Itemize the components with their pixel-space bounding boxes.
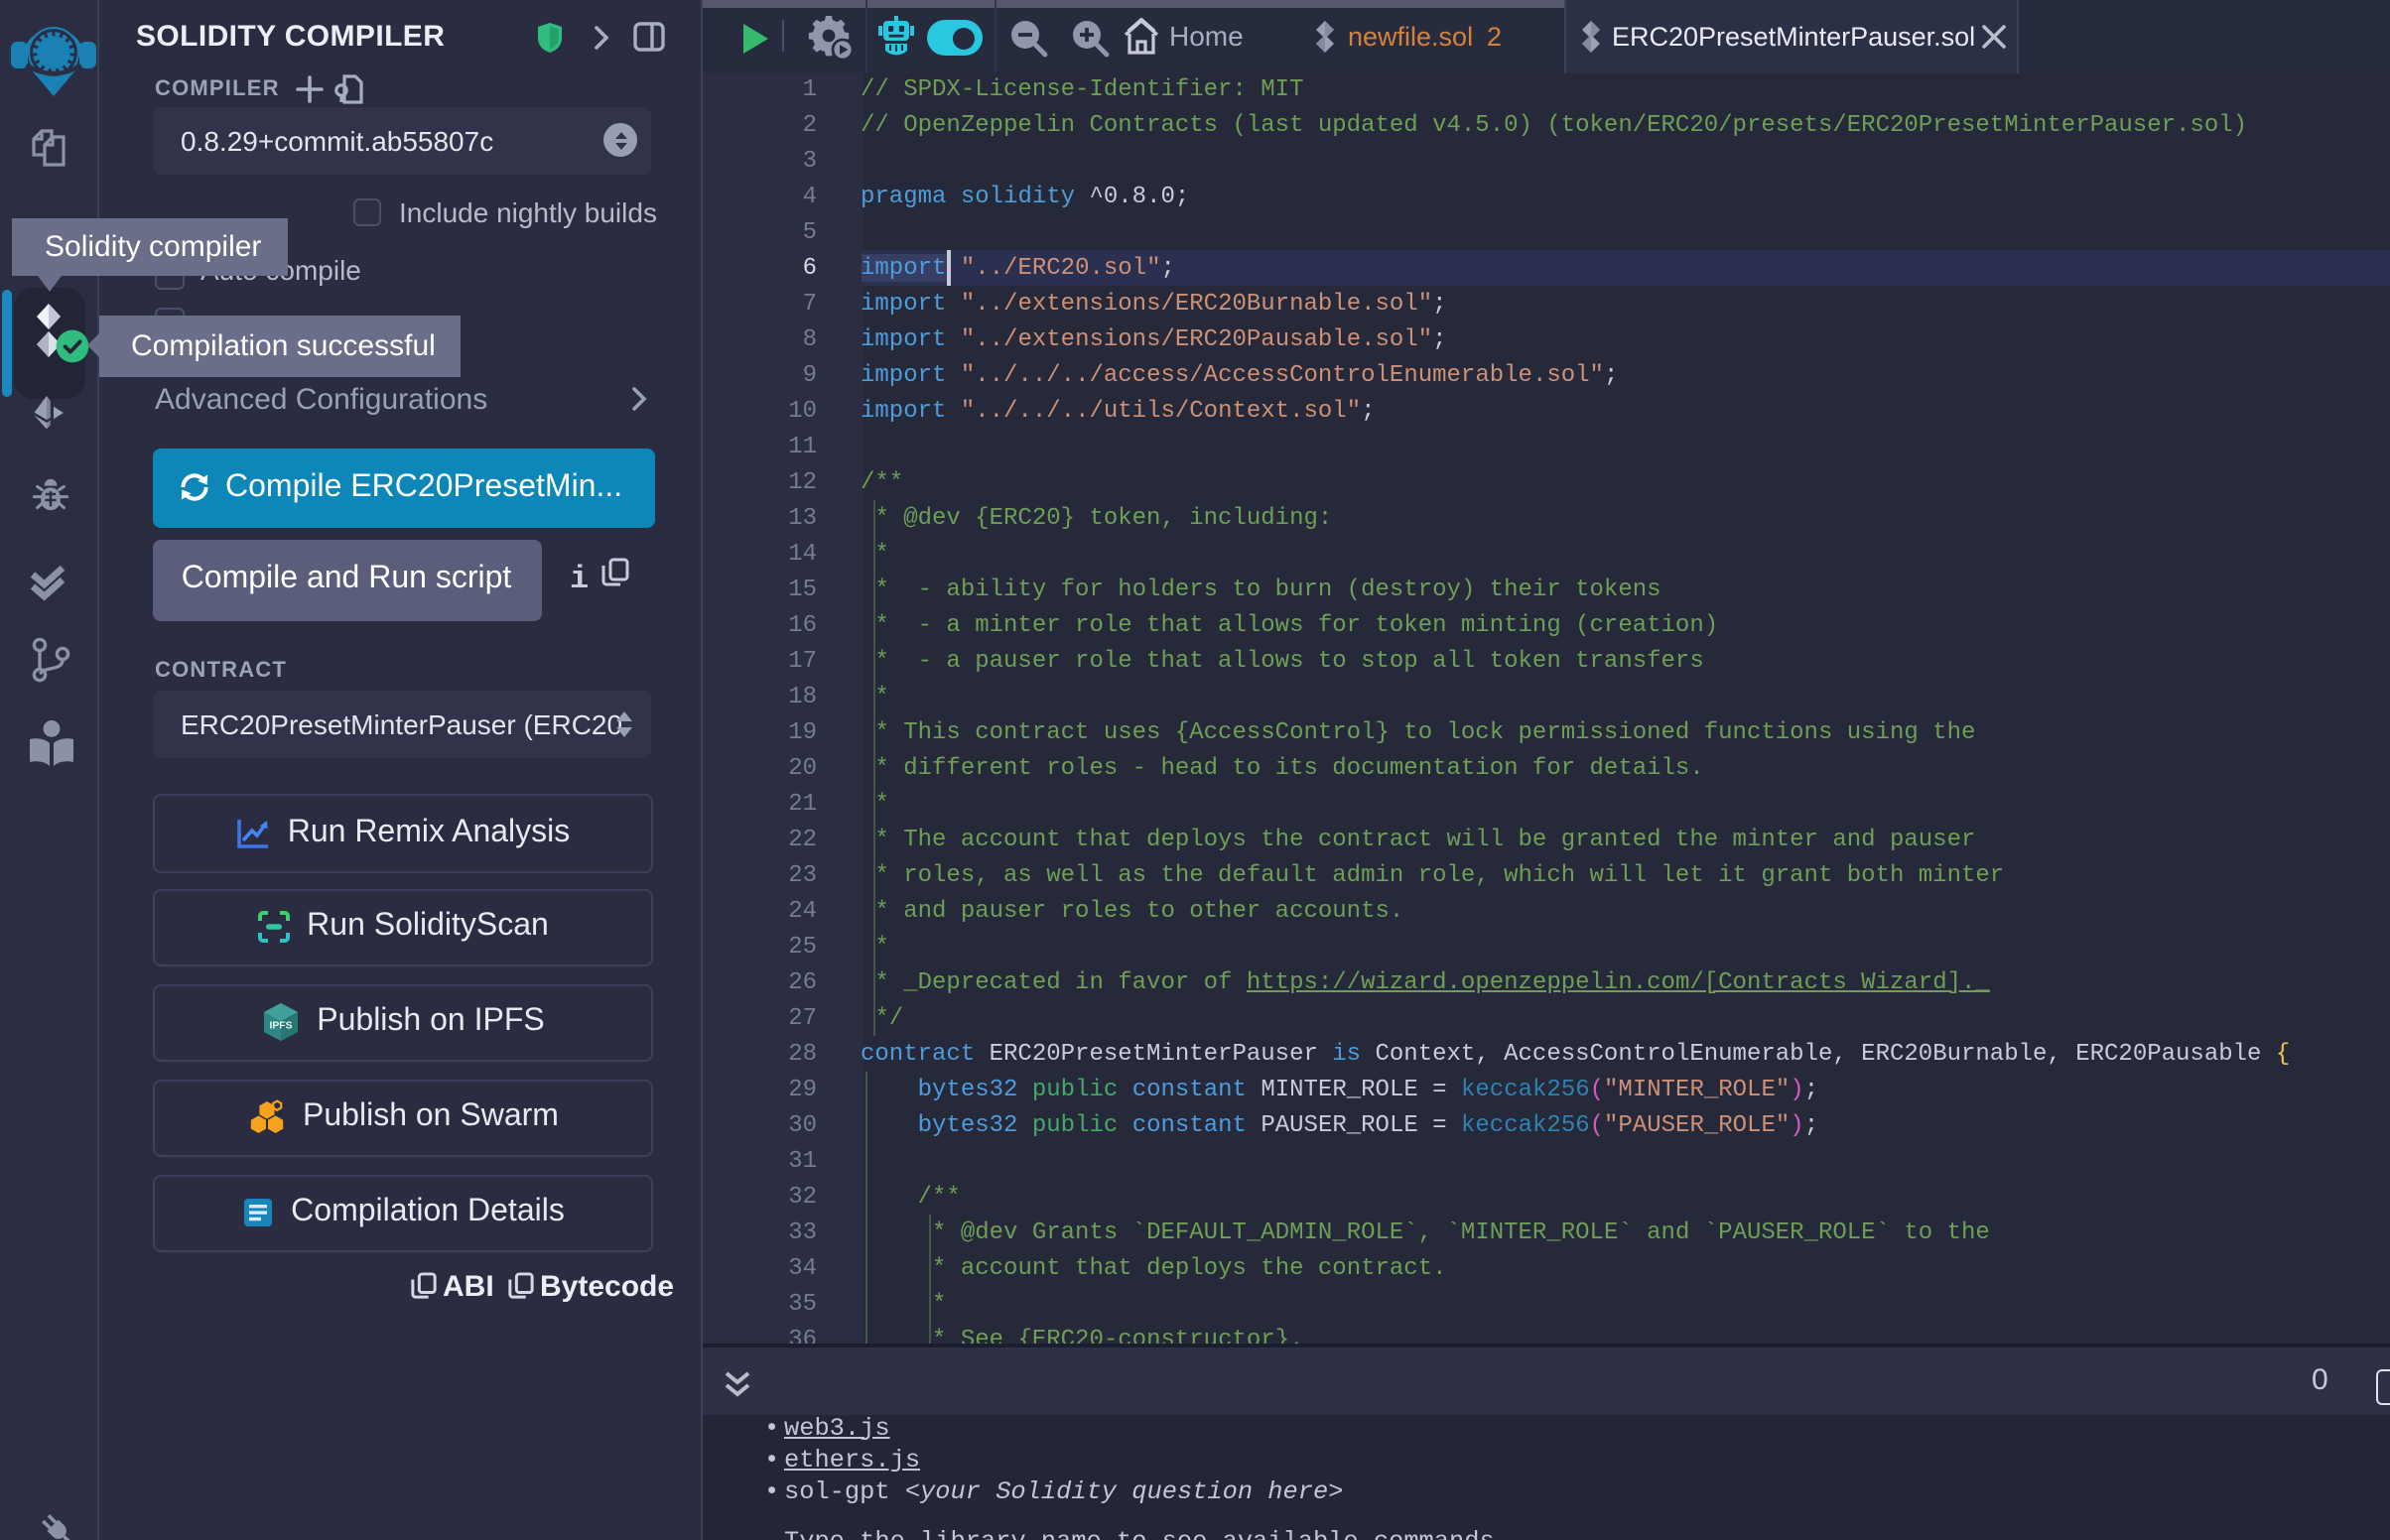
svg-text:IPFS: IPFS [269, 1021, 292, 1032]
